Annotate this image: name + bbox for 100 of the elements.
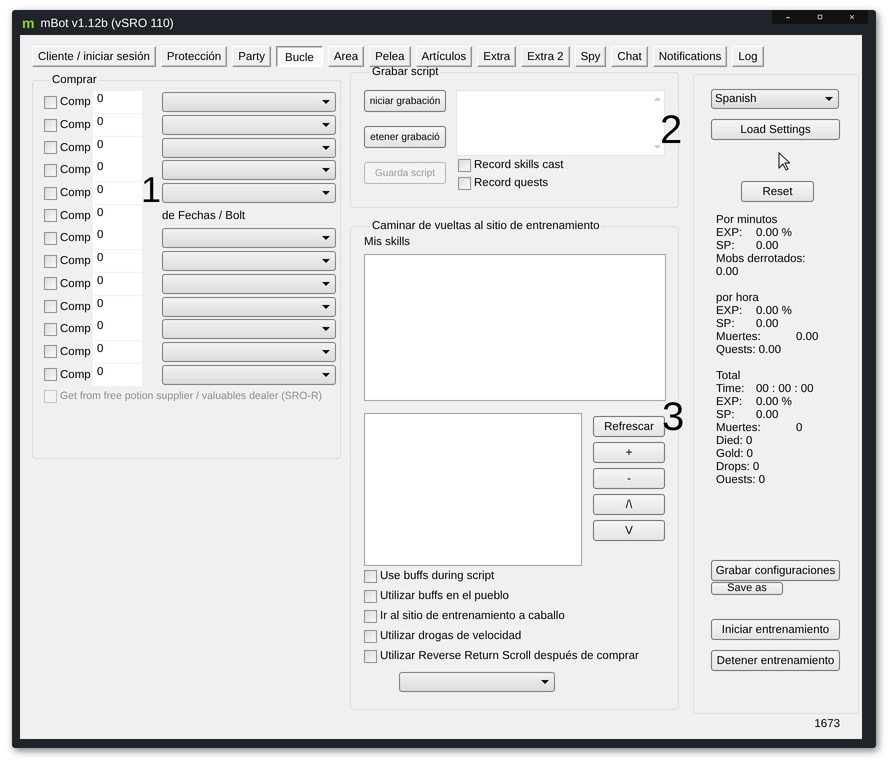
load-settings-button[interactable]: Load Settings <box>711 119 840 140</box>
checkbox-label: Comp <box>60 323 92 336</box>
item-dropdown[interactable] <box>162 364 336 385</box>
item-dropdown[interactable] <box>162 92 336 112</box>
checkbox-label: Record skills cast <box>474 159 564 171</box>
stats-heading: Por minutos <box>716 214 778 227</box>
stop-training-button[interactable]: Detener entrenamiento <box>711 650 840 671</box>
checkbox-label: Utilizar drogas de velocidad <box>380 630 522 642</box>
scroll-down-icon[interactable] <box>654 145 660 149</box>
tab[interactable]: Spy <box>574 46 606 67</box>
checkbox-label: Utilizar Reverse Return Scroll después de comprar <box>380 650 639 662</box>
stat-value: 0.00 <box>758 344 782 357</box>
item-dropdown[interactable] <box>162 183 336 204</box>
item-dropdown[interactable] <box>162 274 336 294</box>
list-button[interactable]: Refrescar <box>593 416 665 437</box>
tab[interactable]: Cliente / iniciar sesión <box>32 46 156 67</box>
language-dropdown[interactable]: Spanish <box>711 89 839 109</box>
quantity-field[interactable]: 0 <box>93 114 142 136</box>
list-button[interactable]: V <box>593 520 665 541</box>
list-button[interactable]: - <box>593 468 665 489</box>
checkbox[interactable] <box>364 590 377 602</box>
stat-value: 0.00 % <box>756 396 792 409</box>
script-skills-list[interactable] <box>364 413 582 566</box>
checkbox[interactable] <box>44 141 57 154</box>
tab[interactable]: Party <box>232 46 272 67</box>
item-dropdown[interactable] <box>162 228 336 248</box>
checkbox[interactable] <box>44 277 57 290</box>
quantity-field[interactable]: 0 <box>93 182 142 204</box>
tab[interactable]: Log <box>732 46 764 67</box>
stat-label: SP: <box>716 409 736 422</box>
scroll-up-icon[interactable] <box>654 97 660 101</box>
list-label: Mis skills <box>364 236 411 249</box>
dropdown[interactable] <box>399 672 555 692</box>
checkbox[interactable] <box>44 322 57 336</box>
checkbox[interactable] <box>364 570 377 582</box>
quantity-field[interactable]: 0 <box>93 318 142 340</box>
checkbox[interactable] <box>44 232 57 245</box>
start-training-button[interactable]: Iniciar entrenamiento <box>711 619 840 640</box>
save-settings-button[interactable]: Grabar configuraciones <box>711 560 840 581</box>
close-icon[interactable] <box>849 14 855 20</box>
tab[interactable]: Artículos <box>416 46 472 67</box>
checkbox[interactable] <box>44 96 57 109</box>
list-button[interactable]: /\ <box>593 494 665 515</box>
tab[interactable]: Chat <box>611 46 648 67</box>
quantity-field[interactable]: 0 <box>93 136 142 159</box>
quantity-field[interactable]: 0 <box>93 364 142 386</box>
tab[interactable]: Notifications <box>652 46 728 67</box>
quantity-field[interactable]: 0 <box>93 227 142 250</box>
checkbox[interactable] <box>44 368 57 382</box>
quantity-field[interactable]: 0 <box>93 250 142 272</box>
quantity-field[interactable]: 0 <box>93 296 142 318</box>
item-dropdown[interactable] <box>162 160 336 180</box>
item-dropdown[interactable] <box>162 251 336 272</box>
reset-button[interactable]: Reset <box>741 181 814 202</box>
checkbox-label: Comp <box>60 232 92 244</box>
status-number: 1673 <box>814 718 840 730</box>
quantity-field[interactable]: 0 <box>93 340 142 363</box>
checkbox[interactable] <box>44 209 57 222</box>
quantity-field[interactable]: 0 <box>93 91 142 114</box>
checkbox[interactable] <box>364 650 377 662</box>
item-dropdown[interactable] <box>162 319 336 340</box>
item-dropdown[interactable] <box>162 115 336 136</box>
tab[interactable]: Bucle <box>276 46 323 67</box>
checkbox-label: Comp <box>60 187 92 200</box>
checkbox[interactable] <box>44 254 57 268</box>
tab[interactable]: Pelea <box>369 46 411 67</box>
save-as-button[interactable]: Save as <box>711 582 783 595</box>
quantity-field[interactable]: 0 <box>93 159 142 182</box>
skills-list[interactable] <box>364 254 666 401</box>
tab[interactable]: Area <box>328 46 364 67</box>
item-dropdown[interactable] <box>162 296 336 317</box>
record-button[interactable]: etener grabació <box>364 126 446 148</box>
quantity-field[interactable]: 0 <box>93 272 142 295</box>
checkbox[interactable] <box>44 186 57 200</box>
checkbox[interactable] <box>364 630 377 642</box>
checkbox[interactable] <box>44 345 57 358</box>
checkbox[interactable] <box>458 176 471 190</box>
stat-label: Muertes: <box>716 422 762 435</box>
tab[interactable]: Extra <box>477 46 516 67</box>
caret-icon <box>322 236 330 240</box>
checkbox[interactable] <box>44 300 57 314</box>
caret-icon <box>322 191 330 196</box>
checkbox[interactable] <box>44 118 57 132</box>
annotation-number: 3 <box>662 397 684 437</box>
checkbox-label: Comp <box>60 164 92 176</box>
list-button[interactable]: + <box>593 442 665 463</box>
record-button[interactable]: niciar grabación <box>364 90 446 112</box>
checkbox[interactable] <box>44 164 57 177</box>
checkbox[interactable] <box>458 158 471 172</box>
tab[interactable]: Extra 2 <box>521 46 570 67</box>
item-dropdown[interactable] <box>162 342 336 362</box>
checkbox[interactable] <box>364 610 377 622</box>
caret-icon <box>322 123 330 128</box>
stat-label: Quests: <box>716 344 756 357</box>
tab[interactable]: Protección <box>160 46 228 67</box>
maximize-icon[interactable] <box>817 14 823 20</box>
checkbox-label: Ir al sitio de entrenamiento a caballo <box>380 610 565 622</box>
quantity-field[interactable]: 0 <box>93 204 142 227</box>
item-dropdown[interactable] <box>162 138 336 158</box>
annotation-number: 2 <box>660 110 682 150</box>
